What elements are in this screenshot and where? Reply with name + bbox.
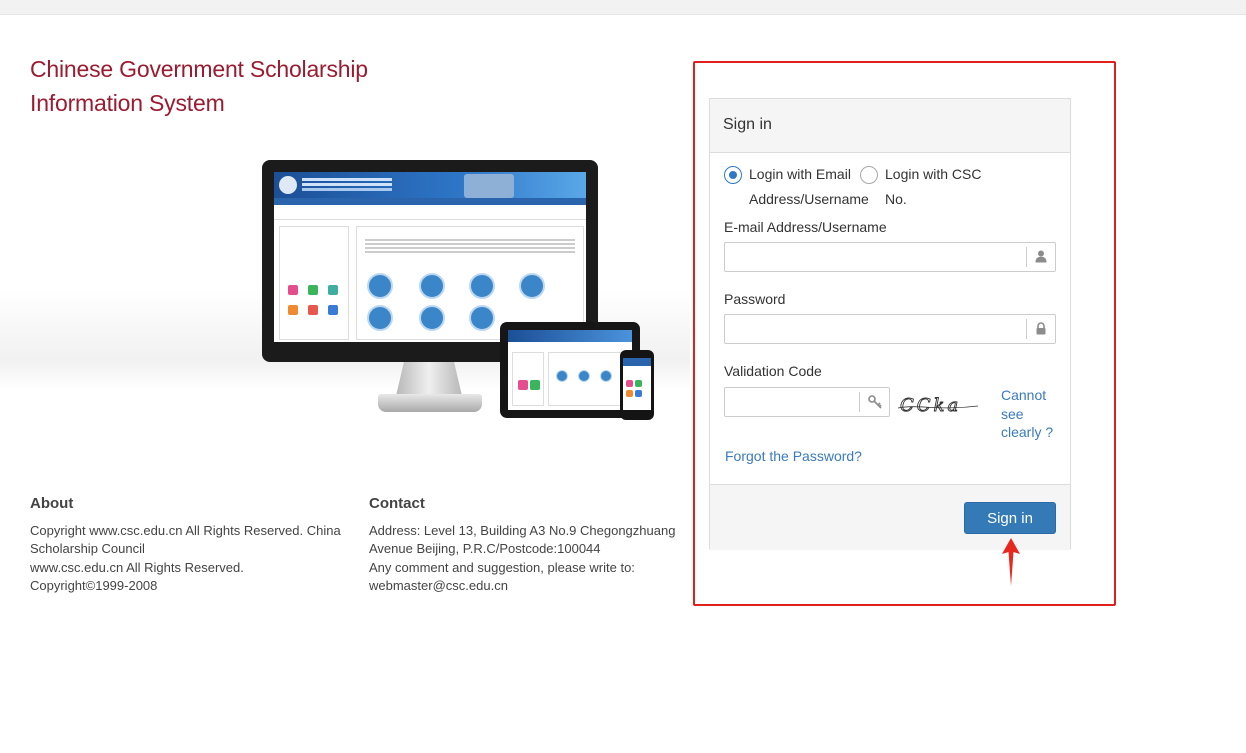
forgot-password-link[interactable]: Forgot the Password? (725, 448, 862, 464)
radio-login-email-label-2: Address/Username (749, 191, 869, 207)
key-icon (859, 392, 889, 412)
page-title-line2: Information System (30, 90, 225, 116)
signin-panel: Sign in Login with Email Address/Usernam… (709, 98, 1071, 549)
password-input[interactable] (725, 315, 1025, 343)
page-title: Chinese Government Scholarship Informati… (30, 52, 430, 120)
about-line: Copyright www.csc.edu.cn All Rights Rese… (30, 522, 341, 538)
email-input[interactable] (725, 243, 1025, 271)
validation-input[interactable] (725, 388, 859, 416)
tablet-image (500, 322, 640, 418)
radio-login-email-label: Login with Email (749, 166, 851, 182)
signin-button[interactable]: Sign in (964, 502, 1056, 534)
about-line: www.csc.edu.cn All Rights Reserved. (30, 559, 244, 575)
radio-checked-icon[interactable] (724, 166, 742, 184)
captcha-image[interactable]: CCka (897, 395, 979, 416)
about-line: Scholarship Council (30, 541, 145, 556)
radio-login-csc-label: Login with CSC (885, 166, 982, 182)
lock-icon (1026, 319, 1056, 339)
email-input-group (724, 242, 1056, 272)
refresh-captcha-link[interactable]: Cannot see clearly ? (1001, 386, 1061, 442)
contact-line: Address: Level 13, Building A3 No.9 Cheg… (369, 522, 676, 538)
validation-input-group (724, 387, 890, 417)
validation-label: Validation Code (724, 363, 822, 379)
user-icon (1026, 247, 1056, 267)
contact-email: webmaster@csc.edu.cn (369, 578, 508, 593)
browser-top-strip (0, 0, 1246, 15)
devices-illustration (262, 160, 662, 422)
captcha-text: CCka (900, 395, 961, 415)
about-heading: About (30, 495, 74, 512)
password-label: Password (724, 291, 786, 307)
contact-section: Contact Address: Level 13, Building A3 N… (369, 495, 689, 596)
signin-panel-header: Sign in (710, 99, 1070, 153)
phone-image (620, 350, 654, 420)
contact-heading: Contact (369, 495, 425, 512)
red-arrow-icon (1002, 538, 1020, 586)
signin-panel-title: Sign in (723, 116, 772, 133)
radio-login-csc-label-2: No. (885, 191, 907, 207)
email-label: E-mail Address/Username (724, 219, 887, 235)
page-title-line1: Chinese Government Scholarship (30, 56, 368, 82)
about-line: Copyright©1999-2008 (30, 578, 158, 593)
contact-line: Avenue Beijing, P.R.C/Postcode:100044 (369, 541, 601, 556)
contact-line: Any comment and suggestion, please write… (369, 559, 635, 575)
radio-unchecked-icon[interactable] (860, 166, 878, 184)
password-input-group (724, 314, 1056, 344)
about-section: About Copyright www.csc.edu.cn All Right… (30, 495, 350, 596)
